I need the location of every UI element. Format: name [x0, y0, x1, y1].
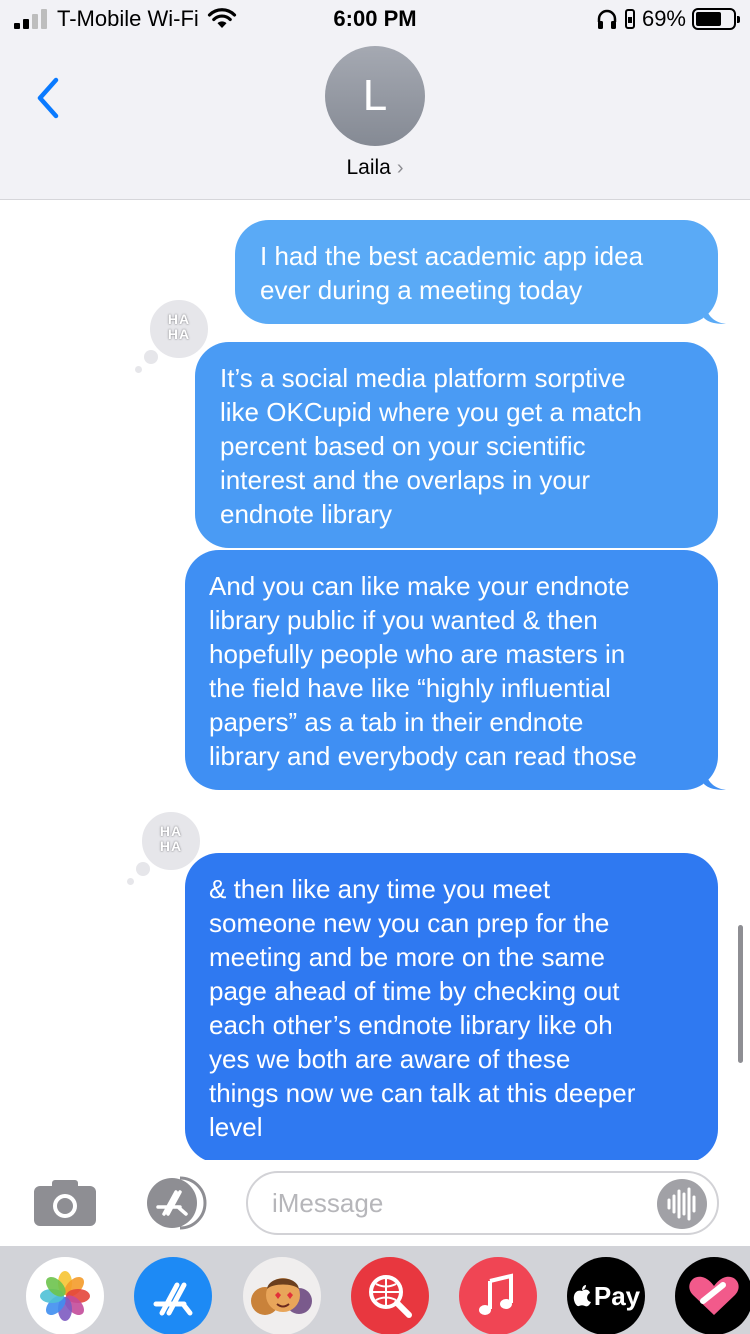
compose-bar [0, 1160, 750, 1246]
apple-pay-label: Pay [593, 1280, 641, 1311]
camera-button[interactable] [32, 1178, 98, 1228]
contact-name: Laila [346, 156, 391, 179]
message-text: And you can like make your endnote libra… [209, 571, 637, 771]
message-text: It’s a social media platform sorptive li… [220, 363, 642, 529]
waveform-icon [667, 1187, 696, 1221]
app-store-app-button[interactable] [134, 1257, 212, 1334]
chevron-left-icon [37, 77, 59, 119]
imessage-field[interactable] [246, 1171, 719, 1235]
status-bar: T-Mobile Wi-Fi 6:00 PM 69% [0, 0, 750, 42]
contact-avatar[interactable]: L [325, 46, 425, 146]
chevron-right-icon: › [396, 157, 404, 179]
message-bubble-outgoing[interactable]: It’s a social media platform sorptive li… [195, 342, 718, 548]
bubble-tail [704, 766, 726, 790]
back-button[interactable] [30, 74, 70, 122]
contact-name-button[interactable]: Laila › [0, 156, 750, 180]
battery-percent: 69% [641, 6, 686, 31]
app-store-icon [147, 1176, 207, 1230]
battery-icon [692, 8, 740, 30]
message-bubble-outgoing[interactable]: And you can like make your endnote libra… [185, 550, 726, 790]
camera-icon [34, 1180, 96, 1226]
music-app-button[interactable] [459, 1257, 537, 1334]
avatar-initial: L [362, 71, 388, 120]
message-text: & then like any time you meet someone ne… [209, 874, 636, 1142]
haha-icon: HA HA [159, 823, 183, 854]
orientation-lock-icon [624, 9, 635, 29]
message-text: I had the best academic app idea ever du… [260, 241, 644, 305]
app-store-button[interactable] [140, 1176, 212, 1230]
status-right: 69% [596, 6, 740, 32]
digital-touch-icon [689, 1276, 739, 1315]
memoji-app-button[interactable] [243, 1257, 321, 1334]
scroll-indicator[interactable] [738, 925, 743, 1063]
search-images-icon [369, 1275, 412, 1318]
reaction-dot [136, 862, 150, 876]
music-icon [479, 1273, 513, 1315]
digital-touch-app-button[interactable] [675, 1257, 750, 1334]
reaction-dot [144, 350, 158, 364]
apple-logo-icon [573, 1285, 591, 1307]
audio-message-button[interactable] [657, 1179, 707, 1229]
battery-level-fill [696, 12, 721, 26]
message-bubble-outgoing[interactable]: & then like any time you meet someone ne… [185, 853, 718, 1163]
imessage-app-drawer: Pay [0, 1246, 750, 1334]
message-bubble-outgoing[interactable]: I had the best academic app idea ever du… [235, 220, 726, 324]
memoji-icon [251, 1278, 312, 1315]
bubble-tail [704, 300, 726, 324]
reaction-dot [127, 878, 134, 885]
apple-pay-app-button[interactable]: Pay [567, 1257, 645, 1334]
photos-icon [40, 1271, 90, 1321]
app-store-icon [153, 1282, 193, 1316]
headphones-icon [597, 9, 617, 29]
reaction-dot [135, 366, 142, 373]
photos-app-button[interactable] [26, 1257, 104, 1334]
message-input[interactable] [272, 1185, 642, 1221]
image-search-app-button[interactable] [351, 1257, 429, 1334]
conversation-header: T-Mobile Wi-Fi 6:00 PM 69% L Laila › [0, 0, 750, 200]
haha-icon: HA HA [167, 311, 191, 342]
